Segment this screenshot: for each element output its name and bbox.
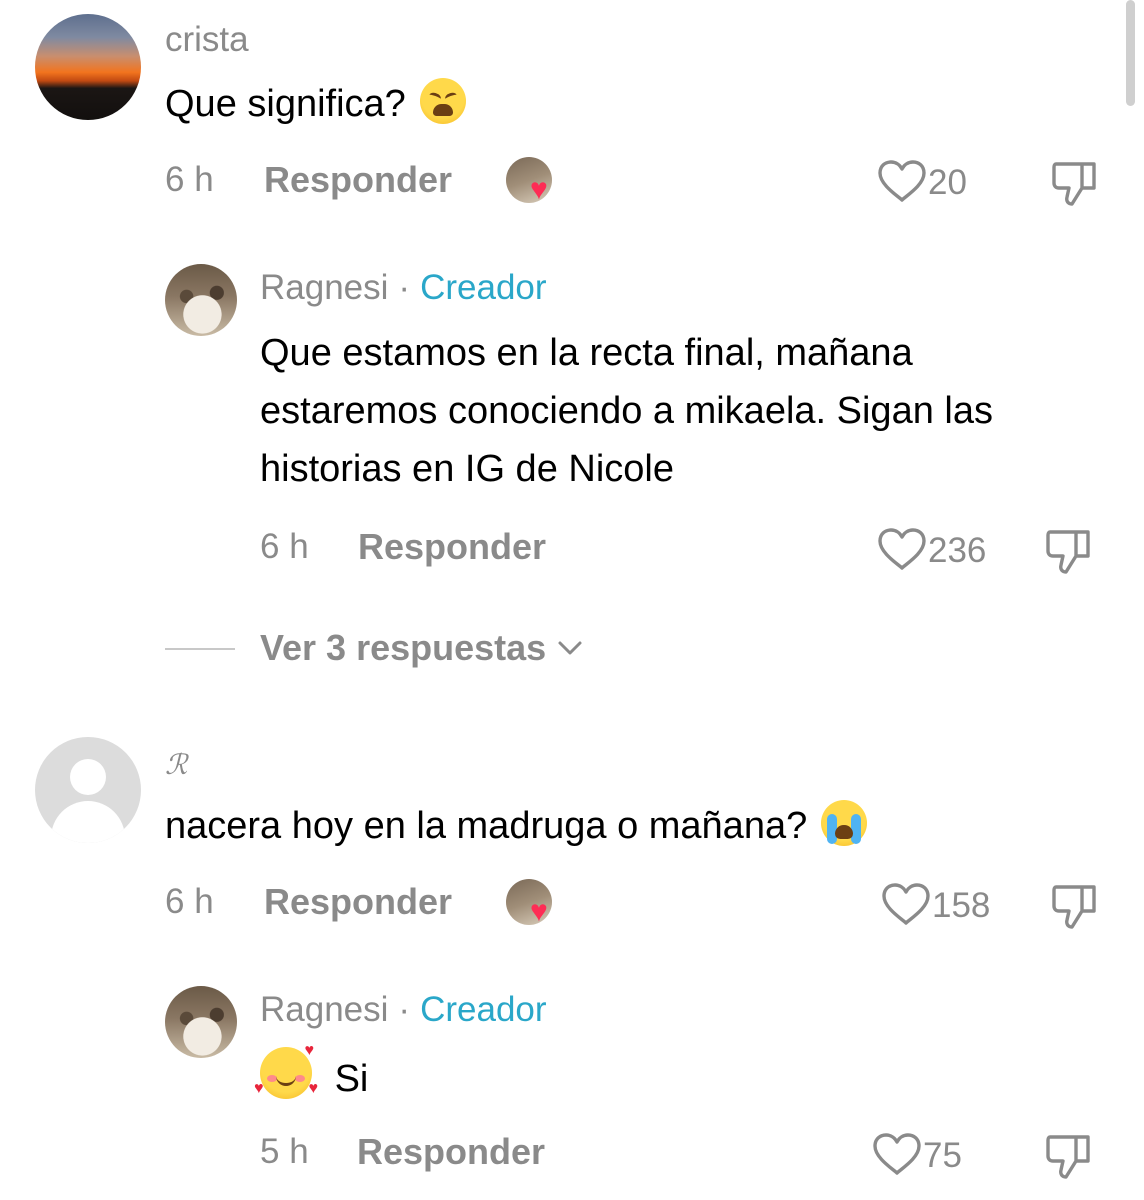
comment-timestamp: 5 h xyxy=(260,1132,309,1171)
creator-liked-indicator: ♥ xyxy=(506,157,562,207)
comment-username[interactable]: Ragnesi xyxy=(260,990,388,1029)
heart-outline-icon xyxy=(882,883,930,925)
like-count: 236 xyxy=(928,531,987,570)
comment-body: nacera hoy en la madruga o mañana? xyxy=(165,805,808,847)
thumbs-down-icon[interactable] xyxy=(1044,1131,1096,1181)
avatar[interactable] xyxy=(35,14,141,120)
comment-username[interactable]: ℛ xyxy=(165,748,187,781)
comment-username[interactable]: Ragnesi xyxy=(260,268,388,307)
comment-timestamp: 6 h xyxy=(165,882,214,921)
like-count: 158 xyxy=(932,886,991,925)
avatar-head-shape xyxy=(70,759,106,795)
view-replies-label: Ver 3 respuestas xyxy=(260,627,547,668)
reply-button[interactable]: Responder xyxy=(358,526,546,568)
like-button[interactable]: 20 xyxy=(876,158,967,204)
weary-face-emoji xyxy=(419,78,466,124)
comment-text: Que significa? xyxy=(165,75,466,133)
like-count: 75 xyxy=(923,1136,962,1175)
comment-username[interactable]: crista xyxy=(165,20,249,60)
view-replies-button[interactable]: Ver 3 respuestas xyxy=(260,627,584,669)
comment-username-row: Ragnesi · Creador xyxy=(260,268,547,308)
reply-button[interactable]: Responder xyxy=(264,881,452,923)
loudly-crying-face-emoji xyxy=(821,800,868,846)
avatar-body-shape xyxy=(51,801,125,843)
comment-text: nacera hoy en la madruga o mañana? xyxy=(165,797,868,855)
comment-username-row: Ragnesi · Creador xyxy=(260,990,547,1030)
comment-body: Si xyxy=(334,1058,369,1100)
creator-badge: Creador xyxy=(420,990,547,1029)
comment-text: Que estamos en la recta final, mañana es… xyxy=(260,332,993,490)
avatar[interactable] xyxy=(165,264,237,336)
comment-timestamp: 6 h xyxy=(165,160,214,199)
reply-button[interactable]: Responder xyxy=(264,159,452,201)
like-button[interactable]: 158 xyxy=(880,881,990,927)
thumbs-down-icon[interactable] xyxy=(1050,158,1102,208)
avatar[interactable] xyxy=(165,986,237,1058)
comments-panel: crista Que significa? 6 h Responder ♥ 20… xyxy=(0,0,1144,1200)
like-button[interactable]: 75 xyxy=(871,1131,962,1177)
thumbs-down-icon[interactable] xyxy=(1050,881,1102,931)
creator-liked-indicator: ♥ xyxy=(506,879,562,929)
avatar[interactable] xyxy=(35,737,141,843)
creator-heart-icon: ♥ xyxy=(530,895,548,928)
creator-heart-icon: ♥ xyxy=(530,173,548,206)
heart-outline-icon xyxy=(878,160,926,202)
separator-dot: · xyxy=(398,268,411,307)
comment-text: ♥ ♥ ♥ Si xyxy=(254,1042,369,1108)
scrollbar[interactable] xyxy=(1126,0,1135,106)
heart-outline-icon xyxy=(878,528,926,570)
chevron-down-icon xyxy=(558,641,582,655)
reply-button[interactable]: Responder xyxy=(357,1131,545,1173)
comment-timestamp: 6 h xyxy=(260,527,309,566)
replies-divider xyxy=(165,648,235,650)
comment-body: Que significa? xyxy=(165,83,406,125)
like-count: 20 xyxy=(928,163,967,202)
creator-badge: Creador xyxy=(420,268,547,307)
like-button[interactable]: 236 xyxy=(876,526,986,572)
thumbs-down-icon[interactable] xyxy=(1044,526,1096,576)
heart-outline-icon xyxy=(873,1133,921,1175)
smiling-face-with-hearts-emoji: ♥ ♥ ♥ xyxy=(254,1042,318,1099)
separator-dot: · xyxy=(398,990,411,1029)
